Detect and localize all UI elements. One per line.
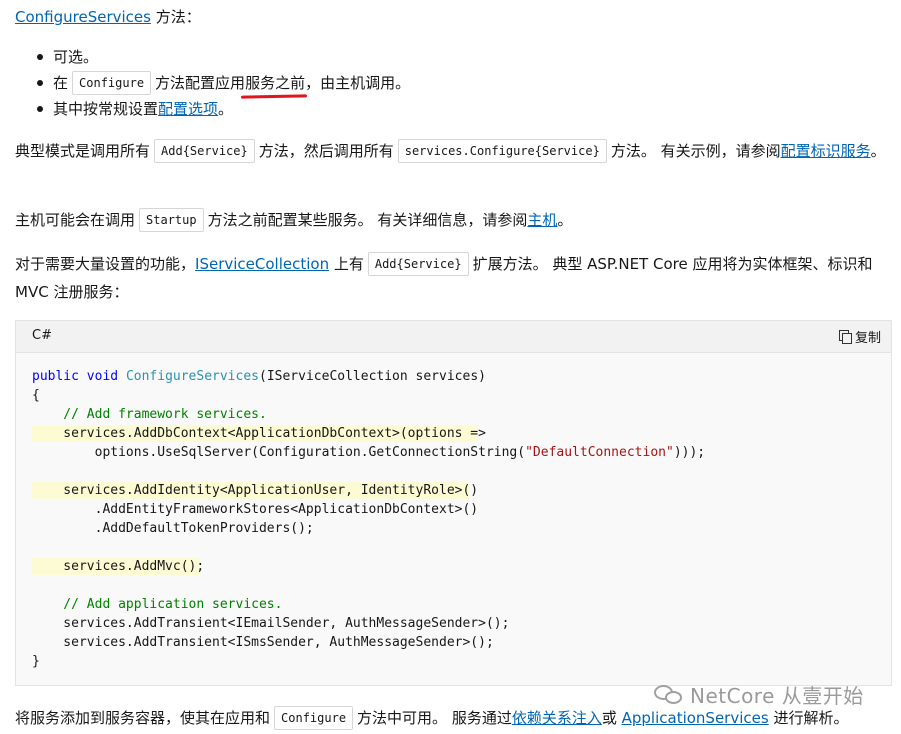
paragraph: 典型模式是调用所有 Add{Service} 方法，然后调用所有 services.C… (15, 137, 893, 165)
copy-icon (838, 330, 852, 344)
red-underlined-text: 服务之前 (245, 70, 305, 96)
configure-services-link[interactable]: ConfigureServices (15, 8, 151, 26)
code-line: .AddEntityFrameworkStores<ApplicationDbC… (32, 502, 479, 517)
code-line-highlighted: services.AddIdentity<ApplicationUser, Id… (32, 482, 479, 499)
code-line: options.UseSqlServer(Configuration.GetCo… (32, 445, 706, 460)
wechat-icon (654, 683, 684, 707)
code-line: // Add framework services. (32, 407, 267, 422)
paragraph: 主机可能会在调用 Startup 方法之前配置某些服务。 有关详细信息，请参阅主机。 (15, 206, 893, 234)
section-heading: ConfigureServices 方法： (15, 6, 201, 28)
code-language-label: C# (32, 328, 52, 343)
host-link[interactable]: 主机 (527, 211, 557, 229)
inline-code: Add{Service} (367, 252, 469, 276)
heading-suffix: 方法： (150, 8, 201, 26)
inline-code: Startup (139, 208, 204, 232)
watermark-text: NetCore 从壹开始 (690, 684, 864, 708)
code-line: .AddDefaultTokenProviders(); (32, 521, 314, 536)
code-line: public void ConfigureServices(IServiceCo… (32, 369, 486, 384)
list-item: 可选。 (36, 44, 410, 70)
code-line-highlighted: services.AddDbContext<ApplicationDbConte… (32, 425, 486, 442)
bullet-list: 可选。 在 Configure 方法配置应用服务之前，由主机调用。 其中按常规设置配… (15, 44, 410, 122)
inline-code: Configure (72, 71, 152, 95)
dependency-injection-link[interactable]: 依赖关系注入 (512, 709, 602, 727)
code-line: // Add application services. (32, 597, 283, 612)
code-line-highlighted: services.AddMvc(); (32, 558, 205, 575)
inline-code: services.Configure{Service} (397, 139, 607, 163)
list-item: 在 Configure 方法配置应用服务之前，由主机调用。 (36, 70, 410, 96)
copy-button[interactable]: 复制 (838, 327, 881, 346)
code-line: { (32, 388, 40, 403)
application-services-link[interactable]: ApplicationServices (622, 709, 769, 727)
paragraph: 对于需要大量设置的功能，IServiceCollection 上有 Add{Ser… (15, 250, 893, 306)
copy-button-label: 复制 (854, 331, 881, 346)
inline-code: Configure (274, 706, 354, 730)
code-block: C# 复制 public void ConfigureServices(ISer… (15, 320, 892, 686)
list-item: 其中按常规设置配置选项。 (36, 96, 410, 122)
inline-code: Add{Service} (154, 139, 255, 163)
watermark: NetCore 从壹开始 (654, 680, 864, 709)
code-block-header: C# 复制 (16, 321, 891, 353)
code-body: public void ConfigureServices(IServiceCo… (32, 367, 705, 671)
code-line: } (32, 654, 40, 669)
iservicecollection-link[interactable]: IServiceCollection (195, 255, 329, 273)
code-line: services.AddTransient<IEmailSender, Auth… (32, 616, 510, 631)
code-line: services.AddTransient<ISmsSender, AuthMe… (32, 635, 494, 650)
identity-config-link[interactable]: 配置标识服务 (781, 142, 871, 160)
config-options-link[interactable]: 配置选项 (158, 100, 218, 118)
